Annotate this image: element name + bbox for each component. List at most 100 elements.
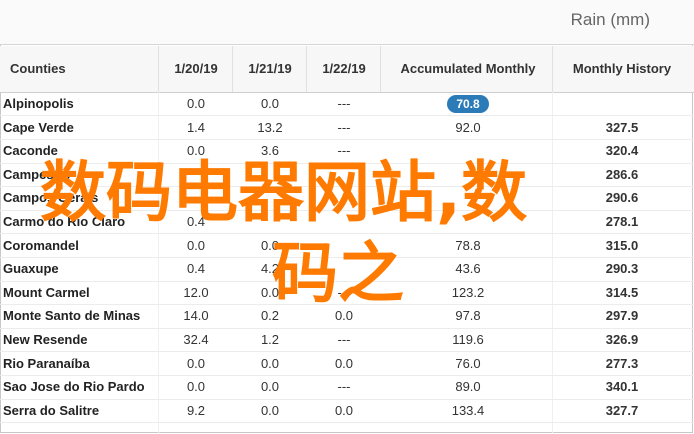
history-value: 286.6 [605, 166, 639, 182]
rain-date-2: 3.6 [260, 143, 280, 159]
rain-date-2: 13.2 [257, 119, 283, 135]
column-divider [158, 46, 159, 92]
accumulated-value [398, 163, 538, 186]
rain-date-3 [318, 257, 370, 280]
rain-date-3: --- [337, 96, 351, 111]
table-row[interactable]: Coromandel 0.0 0.0 78.8 315.0 [0, 234, 694, 258]
column-header-accumulated[interactable]: Accumulated Monthly [388, 46, 548, 92]
table-row[interactable]: Serra do Salitre 9.2 0.0 0.0 133.4 327.7 [0, 399, 694, 424]
table-row[interactable]: Campos Gerais 290.6 [0, 186, 694, 211]
history-value: 290.6 [605, 190, 639, 206]
column-header-date-3[interactable]: 1/22/19 [318, 46, 370, 92]
rain-date-1: 0.4 [186, 261, 206, 277]
accumulated-value: 97.8 [455, 308, 481, 324]
rain-date-3: 0.0 [334, 402, 354, 418]
rain-date-1: 9.2 [186, 402, 206, 418]
county-name: Campos Gerais [3, 190, 99, 206]
rain-date-2: 0.0 [260, 96, 280, 111]
table-row[interactable]: Rio Paranaíba 0.0 0.0 0.0 76.0 277.3 [0, 352, 694, 376]
table-row[interactable]: Guaxupe 0.4 4.2 43.6 290.3 [0, 257, 694, 282]
history-value: 327.7 [605, 402, 639, 418]
accumulated-value [398, 139, 538, 162]
history-value: 326.9 [605, 332, 639, 347]
accumulated-value: 92.0 [455, 119, 481, 135]
table-row[interactable]: Monte Santo de Minas 14.0 0.2 0.0 97.8 297.9 [0, 304, 694, 329]
rain-date-3 [318, 210, 370, 233]
column-header-history[interactable]: Monthly History [560, 46, 684, 92]
history-value: 277.3 [605, 355, 639, 371]
accumulated-value: 89.0 [455, 379, 481, 395]
column-divider [552, 46, 553, 92]
rain-date-3: --- [337, 284, 351, 300]
history-value: 297.9 [605, 308, 639, 324]
accumulated-value: 76.0 [455, 355, 481, 371]
county-name: Monte Santo de Minas [3, 308, 141, 324]
rain-date-1 [170, 163, 222, 186]
history-value: 290.3 [605, 261, 639, 277]
table-row[interactable]: New Resende 32.4 1.2 --- 119.6 326.9 [0, 328, 694, 353]
history-value: 320.4 [605, 143, 639, 159]
rain-date-3 [318, 163, 370, 186]
table-header: Counties 1/20/19 1/21/19 1/22/19 Accumul… [0, 46, 694, 93]
rain-date-3: --- [337, 379, 351, 395]
county-name: Carmo do Rio Claro [3, 214, 126, 229]
table-row[interactable]: Cape Verde 1.4 13.2 --- 92.0 327.5 [0, 116, 694, 140]
rain-date-1: 12.0 [183, 284, 209, 300]
table-row[interactable]: Mount Carmel 12.0 0.0 --- 123.2 314.5 [0, 281, 694, 306]
table-row[interactable]: Sao Jose do Rio Pardo 0.0 0.0 --- 89.0 340.1 [0, 375, 694, 400]
county-name: Rio Paranaíba [3, 355, 90, 371]
rain-date-1: 0.0 [186, 143, 206, 159]
rain-date-1: 14.0 [183, 308, 209, 324]
rain-date-1: 0.0 [186, 96, 206, 111]
accumulated-value: 119.6 [452, 332, 484, 347]
rain-date-3: --- [337, 143, 351, 159]
rain-date-1: 0.0 [186, 355, 206, 371]
table-row[interactable]: Campestre 286.6 [0, 163, 694, 188]
rain-date-2: 0.0 [260, 237, 280, 253]
county-name: Caconde [3, 143, 58, 159]
table-title-bar: Rain (mm) [0, 0, 694, 45]
history-value [560, 92, 684, 115]
accumulated-value: 123.2 [451, 284, 485, 300]
table-title: Rain (mm) [570, 10, 650, 29]
county-name: Serra do Salitre [3, 402, 100, 418]
county-name: Alpinopolis [3, 96, 74, 111]
accumulated-value [398, 210, 538, 233]
county-name: Campestre [3, 166, 71, 182]
county-name: Mount Carmel [3, 284, 90, 300]
rain-date-3: 0.0 [334, 308, 354, 324]
rain-date-2: 0.0 [260, 355, 280, 371]
rain-date-2 [244, 186, 296, 209]
table-row[interactable]: Alpinopolis 0.0 0.0 --- 70.8 [0, 92, 694, 117]
rain-date-3 [318, 234, 370, 257]
county-name: Coromandel [3, 237, 79, 253]
rain-date-3: --- [337, 119, 351, 135]
rain-date-2: 0.2 [260, 308, 280, 324]
rain-date-3: 0.0 [334, 355, 354, 371]
rain-date-2 [244, 163, 296, 186]
accumulated-value: 78.8 [455, 237, 481, 253]
accumulated-value: 133.4 [451, 402, 485, 418]
rain-date-2: 4.2 [260, 261, 280, 277]
county-name: Guaxupe [3, 261, 59, 277]
rain-date-2: 1.2 [260, 332, 280, 347]
table-row[interactable]: Caconde 0.0 3.6 --- 320.4 [0, 139, 694, 164]
highlight-badge: 70.8 [447, 95, 489, 113]
column-divider [380, 46, 381, 92]
rain-date-2: 0.0 [260, 284, 280, 300]
county-name: New Resende [3, 332, 88, 347]
column-header-date-1[interactable]: 1/20/19 [170, 46, 222, 92]
history-value: 340.1 [605, 379, 639, 395]
column-divider [232, 46, 233, 92]
county-name: Sao Jose do Rio Pardo [3, 379, 145, 395]
rain-date-3: --- [337, 332, 351, 347]
rain-date-1 [170, 186, 222, 209]
column-divider [306, 46, 307, 92]
table-row[interactable]: Carmo do Rio Claro 0.4 278.1 [0, 210, 694, 235]
column-header-counties[interactable]: Counties [10, 46, 66, 92]
column-header-date-2[interactable]: 1/21/19 [244, 46, 296, 92]
rain-date-2: 0.0 [260, 402, 280, 418]
county-name: Cape Verde [3, 119, 74, 135]
accumulated-value: 43.6 [455, 261, 481, 277]
rain-date-1: 1.4 [186, 119, 206, 135]
